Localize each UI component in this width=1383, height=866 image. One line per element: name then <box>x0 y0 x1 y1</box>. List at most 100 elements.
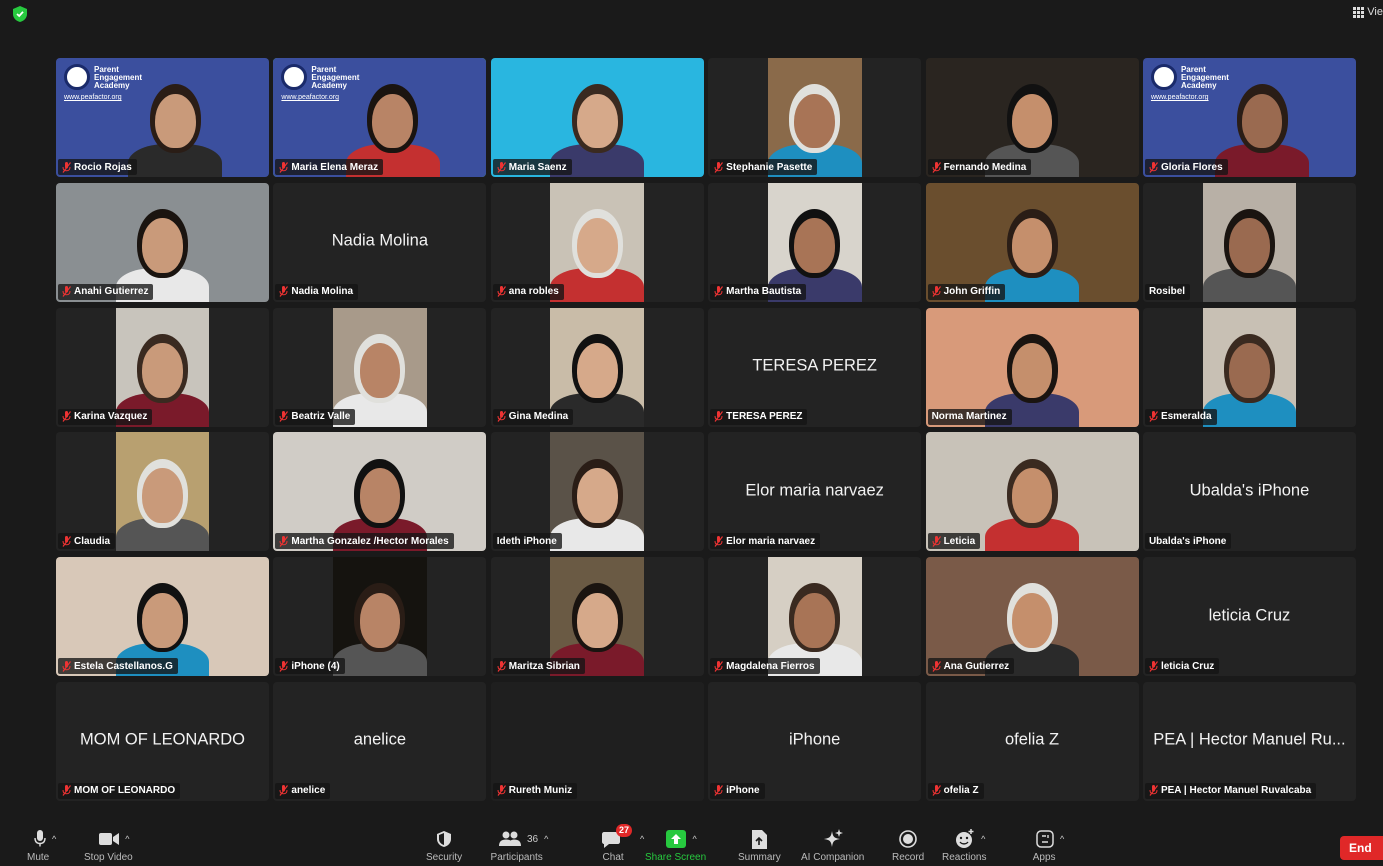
participant-tile[interactable]: Gina Medina <box>490 307 704 427</box>
participant-name: Maria Saenz <box>508 161 567 173</box>
participant-tile[interactable]: Martha Gonzalez /Hector Morales <box>273 432 487 552</box>
logo-text-line: Academy <box>1180 81 1217 90</box>
participant-tile[interactable]: Claudia <box>56 432 269 552</box>
participant-name: Gloria Flores <box>1160 161 1223 173</box>
apps-button[interactable]: ^ Apps <box>1033 828 1064 863</box>
participant-display-name: MOM OF LEONARDO <box>79 731 245 750</box>
view-button[interactable]: Vie <box>1353 6 1383 18</box>
participant-tile[interactable]: Esmeralda <box>1142 307 1356 427</box>
muted-microphone-icon <box>279 535 289 547</box>
participant-tile[interactable]: Stephanie Pasette <box>708 58 922 177</box>
participant-display-name: Elor maria narvaez <box>745 481 884 500</box>
participant-tile[interactable]: iPhone iPhone <box>708 681 922 801</box>
end-meeting-button[interactable]: End <box>1340 836 1383 860</box>
participant-name: Rureth Muniz <box>508 785 573 797</box>
apps-icon <box>1036 830 1054 848</box>
participant-name-label: Martha Gonzalez /Hector Morales <box>275 533 454 550</box>
participant-name: Maria Elena Meraz <box>291 161 379 173</box>
participant-tile[interactable]: Norma Martinez <box>925 307 1139 427</box>
muted-microphone-icon <box>497 286 506 298</box>
record-icon <box>899 830 917 848</box>
participant-tile[interactable]: ofelia Z ofelia Z <box>925 681 1139 801</box>
logo-url: www.peafactor.org <box>1150 94 1209 101</box>
participant-tile[interactable]: MOM OF LEONARDO MOM OF LEONARDO <box>56 681 269 801</box>
participant-name: Martha Bautista <box>726 286 802 298</box>
participant-tile[interactable]: Fernando Medina <box>925 58 1139 177</box>
share-screen-chevron-icon[interactable]: ^ <box>692 834 696 844</box>
participant-tile[interactable]: iPhone (4) <box>273 557 487 677</box>
muted-microphone-icon <box>1149 660 1158 672</box>
participant-name-label: Stephanie Pasette <box>710 159 818 175</box>
stop-video-button[interactable]: ^ Stop Video <box>84 828 133 863</box>
participant-tile[interactable]: Parent Engagement Academy www.peafactor.org… <box>273 58 487 177</box>
participant-tile[interactable]: Maria Saenz <box>490 58 704 177</box>
participant-tile[interactable]: Parent Engagement Academy www.peafactor.org… <box>1142 58 1356 177</box>
participant-name: Nadia Molina <box>291 286 354 298</box>
participant-name-label: Elor maria narvaez <box>710 533 821 550</box>
ai-companion-button[interactable]: AI Companion <box>801 828 864 863</box>
participant-name-label: Anahi Gutierrez <box>58 283 154 300</box>
participants-chevron-icon[interactable]: ^ <box>544 834 548 844</box>
summary-button[interactable]: Summary <box>738 828 781 863</box>
muted-microphone-icon <box>497 161 506 173</box>
participants-button[interactable]: 36 ^ Participants <box>491 828 548 863</box>
security-button[interactable]: Security <box>426 828 462 863</box>
chat-chevron-icon[interactable]: ^ <box>640 834 644 844</box>
participant-tile[interactable]: Martha Bautista <box>708 182 922 302</box>
participant-name-label: anelice <box>275 782 331 799</box>
participant-name-label: leticia Cruz <box>1144 658 1220 675</box>
participant-tile[interactable]: Leticia <box>925 432 1139 552</box>
participant-display-name: PEA | Hector Manuel Ru... <box>1153 731 1346 750</box>
muted-microphone-icon <box>932 286 941 298</box>
participant-tile[interactable]: Anahi Gutierrez <box>56 182 269 302</box>
muted-microphone-icon <box>279 286 289 298</box>
mute-options-chevron-icon[interactable]: ^ <box>52 834 56 844</box>
participant-tile[interactable]: Rosibel <box>1142 182 1356 302</box>
record-button[interactable]: Record <box>892 828 924 863</box>
participant-name: Beatriz Valle <box>291 411 351 423</box>
participant-tile[interactable]: John Griffin <box>925 182 1139 302</box>
participant-tile[interactable]: anelice anelice <box>273 681 487 801</box>
reactions-button[interactable]: ^ Reactions <box>942 828 986 863</box>
participant-tile[interactable]: Estela Castellanos.G <box>56 557 269 677</box>
participant-name-label: Ideth iPhone <box>492 533 562 550</box>
participant-tile[interactable]: Elor maria narvaez Elor maria narvaez <box>708 432 922 552</box>
view-label: Vie <box>1367 6 1383 18</box>
participant-tile[interactable]: Magdalena Fierros <box>708 557 922 677</box>
participant-name: ofelia Z <box>943 785 979 797</box>
participant-name-label: Ana Gutierrez <box>927 658 1015 675</box>
participant-name: Elor maria narvaez <box>726 535 816 547</box>
reactions-chevron-icon[interactable]: ^ <box>981 834 985 844</box>
video-options-chevron-icon[interactable]: ^ <box>125 834 129 844</box>
mute-label: Mute <box>27 852 50 863</box>
soccer-ball-icon <box>64 64 90 90</box>
chat-button[interactable]: 27 ^ Chat <box>602 824 644 863</box>
participant-name-label: Gloria Flores <box>1144 159 1228 175</box>
participant-tile[interactable]: Maritza Sibrian <box>490 557 704 677</box>
participant-tile[interactable]: Ideth iPhone <box>490 432 704 552</box>
share-screen-button[interactable]: ^ Share Screen <box>645 828 706 863</box>
participant-name: Stephanie Pasette <box>726 161 813 173</box>
participant-tile[interactable]: Beatriz Valle <box>273 307 487 427</box>
participant-tile[interactable]: Rureth Muniz <box>490 681 704 801</box>
participant-tile[interactable]: TERESA PEREZ TERESA PEREZ <box>708 307 922 427</box>
encryption-shield-icon[interactable] <box>12 5 28 23</box>
participant-tile[interactable]: ana robles <box>490 182 704 302</box>
participant-name: ana robles <box>508 286 559 298</box>
participant-tile[interactable]: Ubalda's iPhone Ubalda's iPhone <box>1142 432 1356 552</box>
participant-tile[interactable]: Parent Engagement Academy www.peafactor.org… <box>56 58 269 177</box>
apps-chevron-icon[interactable]: ^ <box>1060 834 1064 844</box>
parent-engagement-academy-logo: Parent Engagement Academy <box>64 64 142 90</box>
participant-tile[interactable]: Ana Gutierrez <box>925 557 1139 677</box>
participant-name: PEA | Hector Manuel Ruvalcaba <box>1160 785 1312 797</box>
participant-tile[interactable]: Nadia Molina Nadia Molina <box>273 182 487 302</box>
muted-microphone-icon <box>714 785 724 797</box>
mute-button[interactable]: ^ Mute <box>27 828 56 863</box>
participant-tile[interactable]: PEA | Hector Manuel Ru... PEA | Hector Ma… <box>1142 681 1356 801</box>
participant-tile[interactable]: leticia Cruz leticia Cruz <box>1142 557 1356 677</box>
muted-microphone-icon <box>1149 411 1158 422</box>
participant-name: Rosibel <box>1148 286 1186 298</box>
participants-label: Participants <box>490 852 543 863</box>
participant-name-label: TERESA PEREZ <box>710 408 808 425</box>
participant-tile[interactable]: Karina Vazquez <box>56 307 269 427</box>
